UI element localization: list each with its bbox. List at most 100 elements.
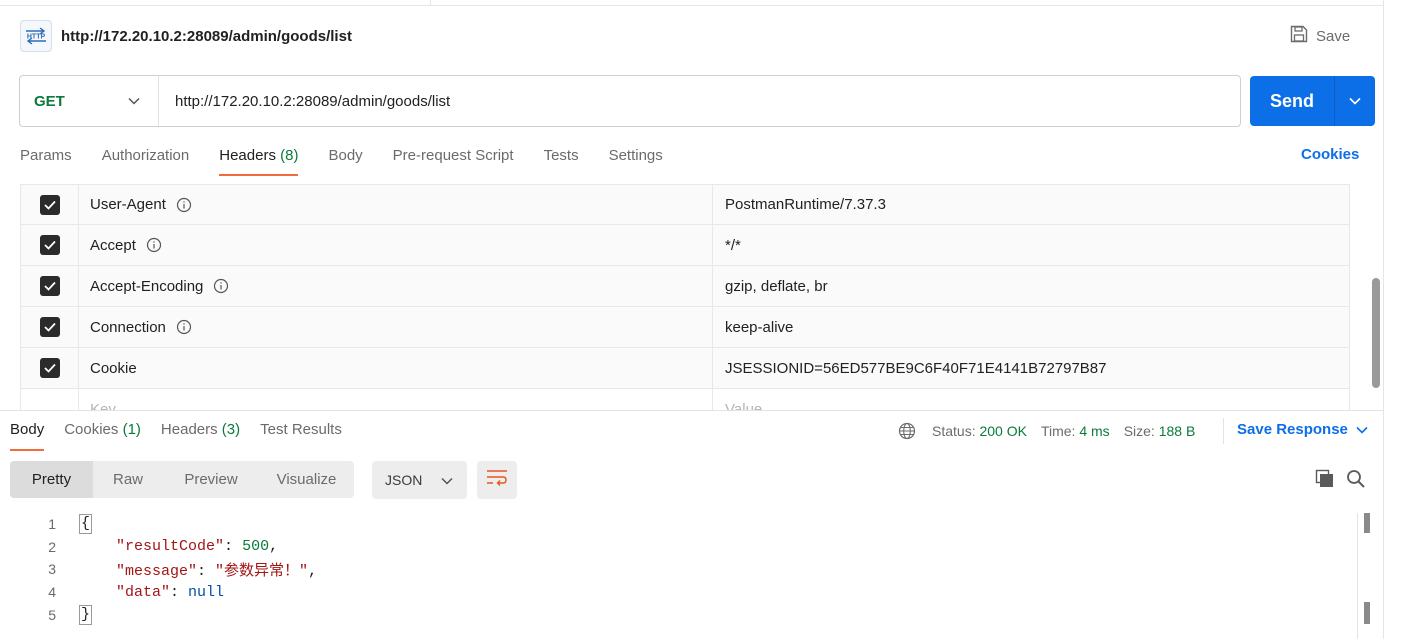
- info-icon[interactable]: [176, 197, 192, 213]
- header-key: Accept-Encoding: [90, 277, 204, 295]
- size-readout[interactable]: Size: 188 B: [1124, 423, 1196, 439]
- view-mode-tabs: Pretty Raw Preview Visualize: [10, 461, 354, 498]
- status-label: Status:: [932, 423, 976, 439]
- line-number: 4: [48, 584, 56, 601]
- headers-scrollbar[interactable]: [1372, 278, 1380, 388]
- tab-body[interactable]: Body: [328, 140, 362, 176]
- header-checkbox[interactable]: [39, 317, 60, 337]
- copy-icon[interactable]: [1315, 469, 1335, 494]
- view-pretty[interactable]: Pretty: [10, 461, 93, 498]
- top-tab-strip: [0, 0, 1384, 6]
- code-scroll-track: [1357, 513, 1358, 639]
- tab-tests[interactable]: Tests: [544, 140, 579, 176]
- format-label: JSON: [385, 472, 423, 488]
- header-value[interactable]: gzip, deflate, br: [713, 266, 1349, 307]
- save-icon: [1290, 25, 1308, 47]
- table-row: Cookie JSESSIONID=56ED577BE9C6F40F71E414…: [21, 347, 1349, 389]
- save-button[interactable]: Save: [1290, 24, 1350, 48]
- url-bar: GET: [19, 75, 1241, 127]
- header-key-placeholder[interactable]: Key: [79, 388, 713, 410]
- cookies-link[interactable]: Cookies: [1301, 146, 1359, 163]
- response-code-editor[interactable]: 1{ 2 "resultCode": 500, 3 "message": "参数…: [0, 513, 1360, 639]
- table-row: Connection keep-alive: [21, 306, 1349, 348]
- tab-response-body[interactable]: Body: [10, 413, 45, 451]
- http-icon: HTTP: [20, 20, 52, 52]
- tab-headers-count: (8): [280, 147, 299, 164]
- header-key: Cookie: [90, 359, 137, 377]
- header-value[interactable]: keep-alive: [713, 307, 1349, 348]
- code-line: 1{: [0, 513, 1360, 536]
- time-readout[interactable]: Time: 4 ms: [1041, 423, 1110, 439]
- save-response-button[interactable]: Save Response: [1237, 421, 1368, 438]
- json-value: 500: [242, 538, 270, 556]
- code-line: 4 "data": null: [0, 581, 1360, 604]
- tab-test-results[interactable]: Test Results: [260, 413, 342, 451]
- send-options-button[interactable]: [1335, 76, 1375, 126]
- code-line: 3 "message": "参数异常！",: [0, 558, 1360, 581]
- table-row: Accept-Encoding gzip, deflate, br: [21, 265, 1349, 307]
- code-scrollbar-bottom[interactable]: [1364, 602, 1370, 624]
- json-value: "参数异常！": [215, 562, 309, 580]
- tab-params[interactable]: Params: [20, 140, 72, 176]
- response-status-bar: Status: 200 OK Time: 4 ms Size: 188 B: [898, 420, 1209, 442]
- http-icon-label: HTTP: [27, 34, 46, 41]
- tab-response-headers[interactable]: Headers (3): [161, 413, 240, 451]
- code-scrollbar-top[interactable]: [1364, 513, 1370, 533]
- table-row: Accept */*: [21, 224, 1349, 266]
- view-raw[interactable]: Raw: [93, 461, 163, 498]
- request-tabs: Params Authorization Headers (8) Body Pr…: [20, 140, 693, 176]
- info-icon[interactable]: [213, 278, 229, 294]
- tab-response-headers-label: Headers: [160, 421, 218, 438]
- json-key: "data": [116, 583, 171, 601]
- header-checkbox[interactable]: [39, 194, 60, 215]
- search-icon[interactable]: [1346, 469, 1366, 494]
- size-value: 188 B: [1158, 423, 1196, 439]
- url-input[interactable]: [159, 92, 1240, 110]
- header-key: User-Agent: [90, 196, 166, 213]
- header-checkbox[interactable]: [39, 358, 60, 378]
- close-brace: }: [78, 604, 93, 625]
- code-line: 2 "resultCode": 500,: [0, 536, 1360, 559]
- size-label: Size:: [1123, 423, 1155, 439]
- tab-prerequest-script[interactable]: Pre-request Script: [393, 140, 514, 176]
- globe-icon[interactable]: [898, 422, 916, 440]
- line-number: 5: [48, 606, 56, 623]
- tab-settings[interactable]: Settings: [609, 140, 663, 176]
- status-separator: [1223, 418, 1224, 444]
- chevron-down-icon: [1356, 426, 1368, 434]
- tab-response-cookies-count: (1): [122, 421, 141, 438]
- header-value-placeholder[interactable]: Value: [713, 389, 1349, 411]
- chevron-down-icon: [1349, 92, 1361, 110]
- status-readout[interactable]: Status: 200 OK: [932, 423, 1027, 439]
- info-icon[interactable]: [146, 237, 162, 253]
- header-value[interactable]: JSESSIONID=56ED577BE9C6F40F71E4141B72797…: [713, 348, 1349, 389]
- wrap-lines-button[interactable]: [477, 461, 517, 499]
- tab-response-cookies[interactable]: Cookies (1): [64, 413, 141, 451]
- line-number: 1: [48, 516, 56, 533]
- tab-authorization[interactable]: Authorization: [102, 140, 190, 176]
- format-select[interactable]: JSON: [372, 461, 467, 499]
- tab-response-cookies-label: Cookies: [64, 421, 119, 438]
- header-checkbox[interactable]: [39, 276, 60, 296]
- save-response-label: Save Response: [1237, 421, 1348, 438]
- json-value: null: [188, 583, 225, 601]
- send-button[interactable]: Send: [1250, 76, 1334, 126]
- pane-divider[interactable]: [0, 410, 1384, 411]
- request-title[interactable]: http://172.20.10.2:28089/admin/goods/lis…: [61, 28, 352, 45]
- line-number: 2: [48, 538, 56, 555]
- view-preview[interactable]: Preview: [163, 461, 259, 498]
- header-checkbox[interactable]: [39, 235, 60, 255]
- method-select[interactable]: GET: [20, 76, 159, 126]
- tab-headers[interactable]: Headers (8): [219, 140, 299, 176]
- header-value[interactable]: */*: [713, 225, 1349, 266]
- info-icon[interactable]: [176, 319, 192, 335]
- right-panel-border: [1383, 0, 1384, 639]
- send-button-group: Send: [1250, 76, 1375, 126]
- header-value[interactable]: PostmanRuntime/7.37.3: [713, 184, 1349, 225]
- view-visualize[interactable]: Visualize: [259, 461, 354, 498]
- code-line: 5}: [0, 603, 1360, 626]
- headers-table: User-Agent PostmanRuntime/7.37.3 Accept …: [20, 184, 1350, 410]
- json-key: "message": [116, 562, 198, 580]
- chevron-down-icon: [441, 472, 453, 488]
- request-title-bar: HTTP http://172.20.10.2:28089/admin/good…: [20, 20, 352, 52]
